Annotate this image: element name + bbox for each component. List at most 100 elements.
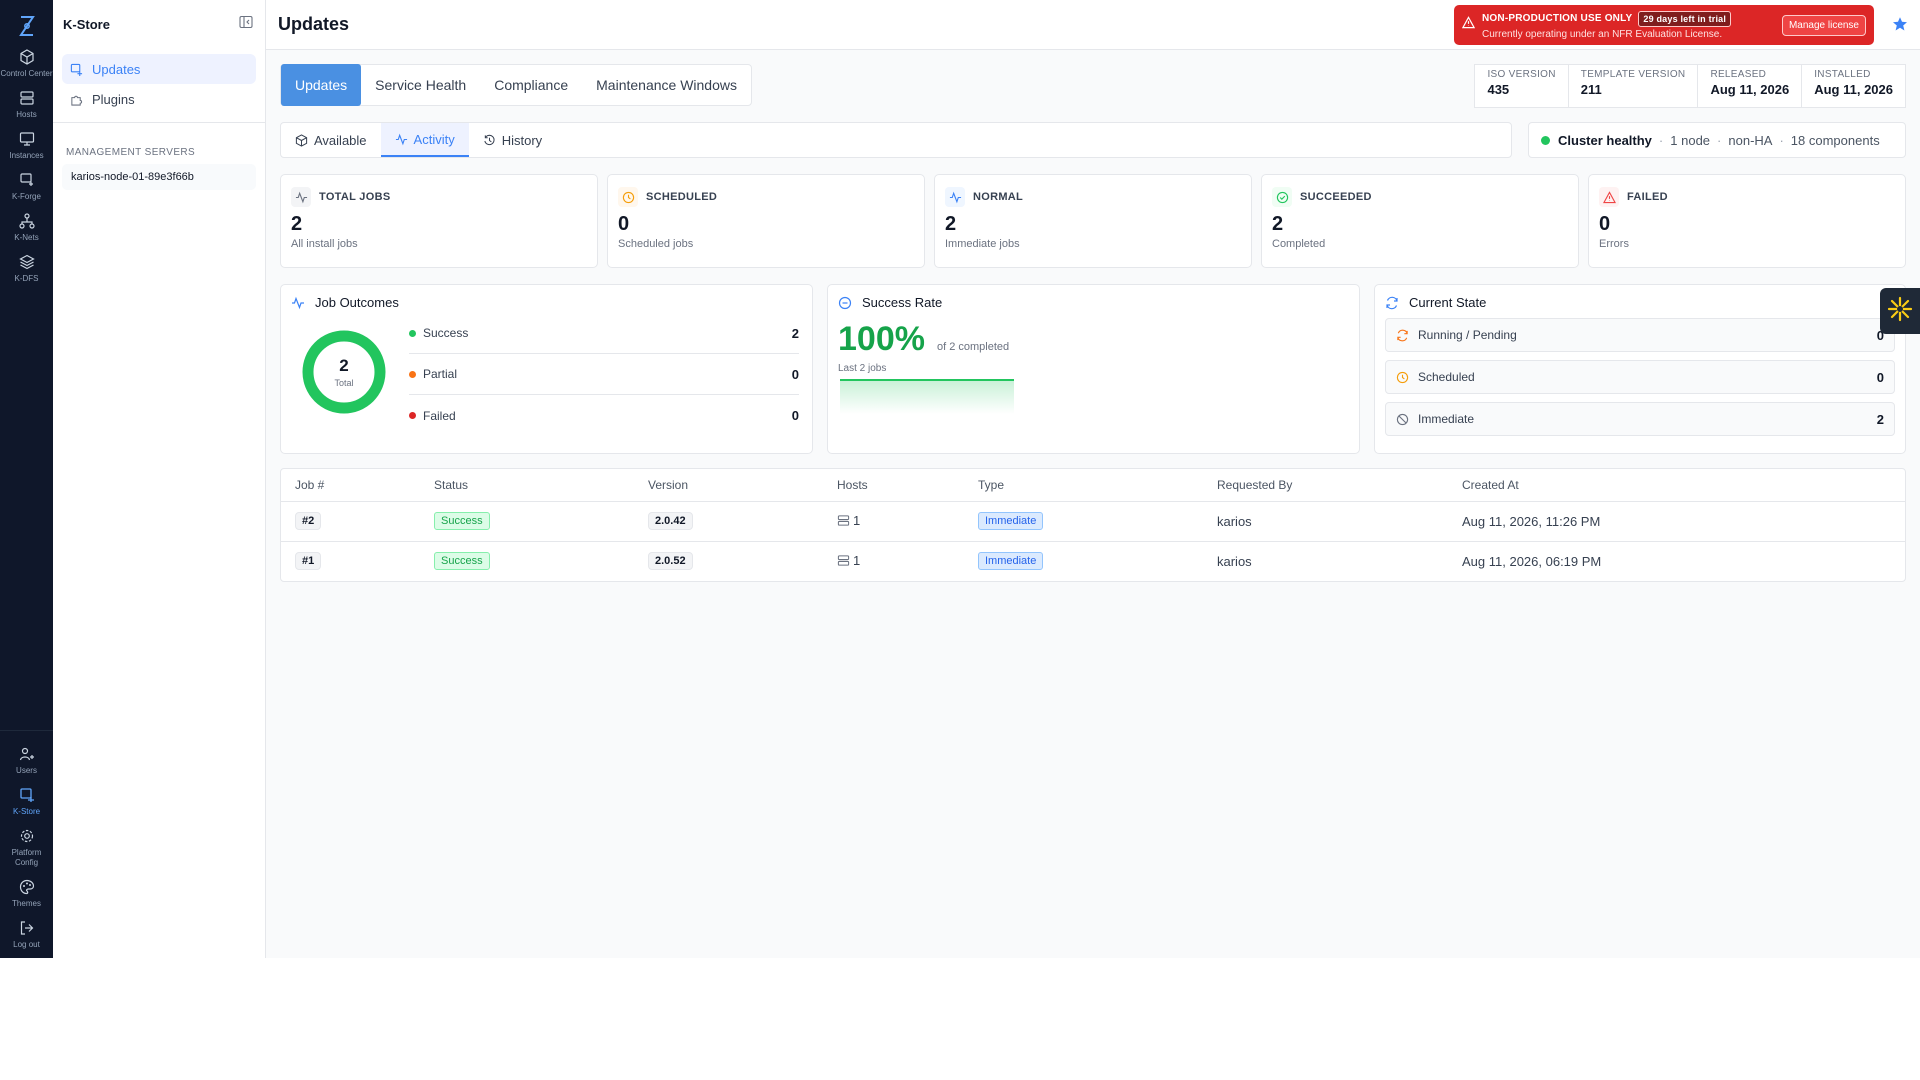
column-header[interactable]: Version bbox=[634, 469, 823, 501]
license-banner-title-row: NON-PRODUCTION USE ONLY 29 days left in … bbox=[1482, 10, 1782, 27]
assistant-launcher-button[interactable] bbox=[1880, 288, 1920, 334]
rail-item-users[interactable]: Users bbox=[0, 745, 53, 776]
sidebar-title: K-Store bbox=[63, 16, 110, 32]
legend-count: 2 bbox=[791, 325, 799, 341]
activity-icon bbox=[291, 296, 307, 310]
tab-compliance[interactable]: Compliance bbox=[480, 64, 582, 106]
column-header[interactable]: Type bbox=[964, 469, 1203, 501]
tab-maintenance-windows[interactable]: Maintenance Windows bbox=[582, 64, 751, 106]
state-label-group: Scheduled bbox=[1396, 370, 1475, 384]
stat-card-succeeded: SUCCEEDED 2 Completed bbox=[1261, 174, 1579, 268]
rail-item-hosts[interactable]: Hosts bbox=[0, 89, 53, 120]
rail-item-log-out[interactable]: Log out bbox=[0, 919, 53, 950]
main-tabs: Updates Service Health Compliance Mainte… bbox=[280, 64, 752, 106]
column-header[interactable]: Created At bbox=[1448, 469, 1905, 501]
column-header[interactable]: Job # bbox=[281, 469, 420, 501]
rail-item-control-center[interactable]: Control Center bbox=[0, 48, 53, 79]
rail-item-k-forge[interactable]: K-Forge bbox=[0, 171, 53, 202]
version-value: 435 bbox=[1487, 82, 1510, 97]
stat-head: NORMAL bbox=[945, 187, 1241, 207]
rail-label: Hosts bbox=[16, 110, 37, 119]
cluster-ha: non-HA bbox=[1728, 132, 1773, 148]
rail-item-instances[interactable]: Instances bbox=[0, 130, 53, 161]
cell-version: 2.0.52 bbox=[634, 540, 823, 581]
legend-label: Failed bbox=[423, 408, 456, 423]
column-header[interactable]: Status bbox=[420, 469, 634, 501]
rail-item-k-dfs[interactable]: K-DFS bbox=[0, 253, 53, 284]
tab-updates[interactable]: Updates bbox=[281, 64, 362, 106]
sparkle-icon bbox=[1887, 296, 1913, 327]
legend-label-group: Partial bbox=[409, 367, 457, 381]
subtab-available[interactable]: Available bbox=[281, 123, 381, 157]
content-area: Updates Service Health Compliance Mainte… bbox=[266, 50, 1920, 582]
version-badge: 2.0.52 bbox=[648, 552, 693, 571]
state-row-scheduled: Scheduled 0 bbox=[1385, 360, 1895, 394]
cell-requested-by: karios bbox=[1203, 500, 1448, 541]
hosts-count: 1 bbox=[837, 553, 860, 568]
cell-status: Success bbox=[420, 540, 634, 581]
star-icon[interactable] bbox=[1892, 16, 1908, 32]
job-outcomes-panel: Job Outcomes 2 Total Success 2 Partial 0… bbox=[280, 284, 813, 454]
manage-license-button[interactable]: Manage license bbox=[1781, 14, 1866, 36]
puzzle-icon bbox=[70, 92, 84, 106]
rail-label: K-Store bbox=[12, 807, 41, 816]
success-rate-panel: Success Rate 100% of 2 completed Last 2 … bbox=[827, 284, 1360, 454]
stat-card-failed: FAILED 0 Errors bbox=[1588, 174, 1906, 268]
subtab-label: History bbox=[501, 132, 543, 148]
success-rate-value: 100% bbox=[838, 320, 925, 358]
palette-icon bbox=[18, 878, 36, 896]
logout-icon bbox=[18, 919, 36, 937]
license-banner-title: NON-PRODUCTION USE ONLY bbox=[1482, 13, 1633, 24]
cell-type: Immediate bbox=[964, 540, 1203, 581]
version-value: Aug 11, 2026 bbox=[1814, 82, 1893, 97]
sidebar-item-label: Plugins bbox=[92, 91, 135, 107]
rail-label: Themes bbox=[12, 899, 41, 908]
table-row[interactable]: #2 Success 2.0.42 1 Immediate karios Aug… bbox=[281, 500, 1905, 541]
check-circle-icon bbox=[1272, 187, 1292, 207]
success-rate-of: of 2 completed bbox=[936, 341, 1010, 353]
cell-hosts: 1 bbox=[823, 500, 964, 541]
server-icon bbox=[837, 555, 850, 566]
collapse-sidebar-icon[interactable] bbox=[239, 15, 253, 34]
tab-service-health[interactable]: Service Health bbox=[361, 64, 480, 106]
subtab-history[interactable]: History bbox=[469, 123, 556, 157]
version-badge: 2.0.42 bbox=[648, 512, 693, 530]
panel-title-label: Current State bbox=[1409, 295, 1487, 310]
rail-label: Log out bbox=[13, 940, 40, 949]
success-sparkline bbox=[840, 379, 1014, 414]
rail-item-themes[interactable]: Themes bbox=[0, 878, 53, 909]
state-count: 2 bbox=[1876, 411, 1884, 427]
version-key: TEMPLATE VERSION bbox=[1580, 69, 1686, 80]
column-header[interactable]: Hosts bbox=[823, 469, 964, 501]
sidebar-item-plugins[interactable]: Plugins bbox=[62, 84, 256, 114]
license-banner-message: Currently operating under an NFR Evaluat… bbox=[1482, 28, 1723, 40]
panel-title: Current State bbox=[1385, 295, 1895, 310]
app-logo-icon[interactable] bbox=[15, 14, 39, 38]
sidebar-item-updates[interactable]: Updates bbox=[62, 54, 256, 84]
rail-label: Users bbox=[16, 766, 37, 775]
subtab-activity[interactable]: Activity bbox=[380, 123, 469, 157]
job-number: #1 bbox=[295, 552, 322, 571]
rail-item-k-nets[interactable]: K-Nets bbox=[0, 212, 53, 243]
version-info: ISO VERSION 435 TEMPLATE VERSION 211 RELEA… bbox=[1474, 64, 1906, 108]
sidebar-header: K-Store bbox=[53, 0, 265, 48]
rail-item-platform-config[interactable]: Platform Config bbox=[0, 827, 53, 868]
activity-icon bbox=[291, 187, 311, 207]
stat-value: 2 bbox=[291, 213, 303, 235]
version-iso: ISO VERSION 435 bbox=[1475, 65, 1567, 107]
cluster-health-dot bbox=[1541, 135, 1550, 145]
table-row[interactable]: #1 Success 2.0.52 1 Immediate karios Aug… bbox=[281, 540, 1905, 581]
success-rate-figure: 100% of 2 completed bbox=[838, 320, 1349, 359]
cell-created-at: Aug 11, 2026, 11:26 PM bbox=[1448, 500, 1905, 541]
check-circle-icon bbox=[838, 296, 854, 310]
server-item[interactable]: karios-node-01-89e3f66b bbox=[62, 164, 256, 190]
legend-row-partial: Partial 0 bbox=[409, 354, 799, 395]
subtab-label: Activity bbox=[413, 131, 455, 147]
cell-type: Immediate bbox=[964, 500, 1203, 541]
status-badge: Success bbox=[434, 512, 490, 530]
outcomes-donut: 2 Total bbox=[301, 329, 387, 415]
stat-subtext: Immediate jobs bbox=[945, 238, 1020, 250]
column-header[interactable]: Requested By bbox=[1203, 469, 1448, 501]
cell-hosts: 1 bbox=[823, 540, 964, 581]
rail-item-k-store[interactable]: K-Store bbox=[0, 786, 53, 817]
